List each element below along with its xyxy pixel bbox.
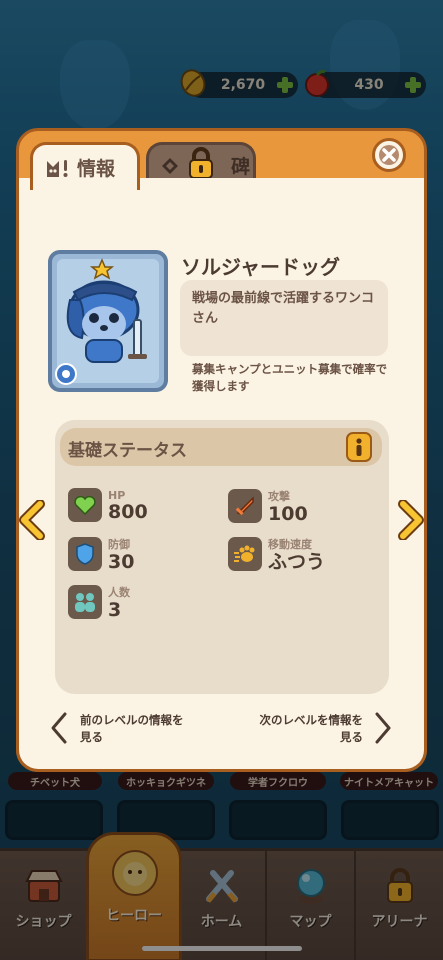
hero-acquisition-text: 募集キャンプとユニット募集で確率で獲得します xyxy=(192,362,388,393)
stat-value: 100 xyxy=(268,503,308,525)
info-icon xyxy=(356,438,362,456)
next-level-text: 見る xyxy=(340,730,363,744)
tab-info-label: 情報 xyxy=(77,158,116,180)
next-level-link[interactable]: 次のレベルを情報を 見る xyxy=(251,712,364,746)
shield-icon xyxy=(68,537,102,571)
stat-move-speed: 移動速度 ふつう xyxy=(228,536,325,572)
stat-count: 人数 3 xyxy=(68,584,130,620)
stat-label: HP xyxy=(108,488,126,502)
stat-attack: 攻撃 100 xyxy=(228,488,308,524)
next-level-arrow-icon[interactable] xyxy=(372,711,394,745)
soldier-dog-image xyxy=(55,258,147,385)
prev-level-text: 見る xyxy=(80,730,103,744)
cat-face-icon xyxy=(47,159,68,177)
stat-defense: 防御 30 xyxy=(68,536,134,572)
prev-level-text: 前のレベルの情報を xyxy=(80,713,184,727)
stats-title: 基礎ステータス xyxy=(68,441,187,461)
paw-icon xyxy=(228,537,262,571)
hero-portrait xyxy=(48,250,168,392)
close-button[interactable] xyxy=(372,138,406,172)
stat-label: 防御 xyxy=(108,538,130,551)
next-level-text: 次のレベルを情報を xyxy=(259,713,364,727)
stat-value: 30 xyxy=(108,551,135,573)
stat-hp: HP 800 xyxy=(68,488,148,522)
prev-hero-arrow-icon[interactable] xyxy=(18,500,46,540)
stat-label: 移動速度 xyxy=(268,538,312,551)
stat-value: ふつう xyxy=(268,551,326,573)
hero-description: 戦場の最前線で活躍するワンコさん xyxy=(180,280,388,356)
prev-level-arrow-icon[interactable] xyxy=(48,711,70,745)
stat-value: 3 xyxy=(108,599,122,621)
sword-icon xyxy=(228,489,262,523)
people-icon xyxy=(68,585,102,619)
next-hero-arrow-icon[interactable] xyxy=(397,500,425,540)
close-icon xyxy=(379,145,399,165)
prev-level-link[interactable]: 前のレベルの情報を 見る xyxy=(80,712,184,746)
stat-value: 800 xyxy=(108,500,148,523)
stat-label: 人数 xyxy=(108,586,130,599)
stats-info-button[interactable] xyxy=(346,432,372,462)
hero-name: ソルジャードッグ xyxy=(181,255,340,279)
lock-icon xyxy=(189,147,213,179)
diamond-icon xyxy=(162,157,178,174)
heart-icon xyxy=(68,488,102,522)
tab-info[interactable]: 情報 xyxy=(30,142,140,190)
stat-label: 攻撃 xyxy=(268,490,290,503)
tab-monument-label: 碑 xyxy=(231,156,251,178)
